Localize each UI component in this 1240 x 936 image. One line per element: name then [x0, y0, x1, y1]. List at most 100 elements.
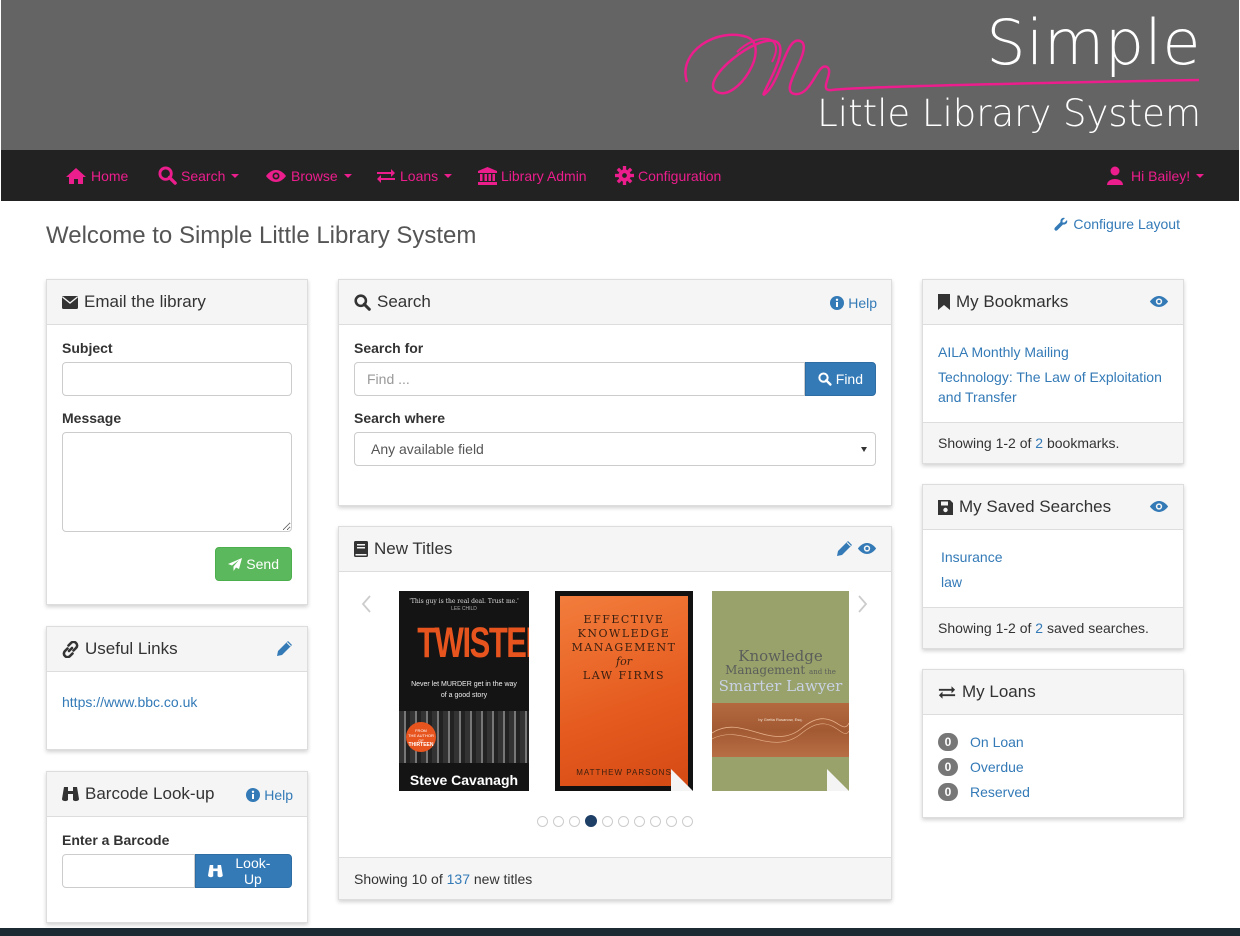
message-label: Message — [62, 410, 122, 426]
eye-icon — [266, 169, 286, 182]
carousel-dot[interactable] — [537, 816, 548, 827]
send-button[interactable]: Send — [215, 547, 292, 581]
search-panel-title: Search — [377, 292, 431, 311]
subject-input[interactable] — [62, 362, 292, 396]
view-new-titles-button[interactable] — [857, 542, 877, 558]
find-button[interactable]: Find — [805, 362, 876, 396]
saved-searches-footer-suffix: saved searches. — [1046, 620, 1149, 636]
nav-library-admin[interactable]: Library Admin — [478, 150, 587, 201]
carousel-dot[interactable] — [585, 815, 597, 827]
carousel-next-arrow[interactable] — [857, 594, 869, 617]
info-circle-icon — [830, 295, 845, 310]
barcode-help-link[interactable]: Help — [246, 787, 293, 803]
book-title: Effective Knowledge Management for Law F… — [560, 613, 688, 683]
on-loan-link[interactable]: On Loan — [970, 734, 1024, 750]
carousel-dot[interactable] — [602, 816, 613, 827]
saved-search-item[interactable]: law — [941, 572, 1165, 592]
search-icon — [818, 372, 832, 386]
carousel-dot[interactable] — [569, 816, 580, 827]
barcode-input-label: Enter a Barcode — [62, 832, 170, 848]
carousel-dot[interactable] — [666, 816, 677, 827]
bookmark-icon — [938, 294, 950, 310]
book-cover-twisted[interactable]: 'This guy is the real deal. Trust me.' L… — [399, 591, 529, 791]
nav-search[interactable]: Search — [158, 150, 240, 201]
edit-new-titles-button[interactable] — [836, 540, 853, 560]
carousel-dot[interactable] — [650, 816, 661, 827]
email-library-panel: Email the library Subject Message Send — [46, 279, 308, 605]
nav-configuration-label: Configuration — [638, 167, 722, 184]
bookmarks-count-link[interactable]: 2 — [1035, 435, 1043, 451]
saved-search-item[interactable]: Insurance — [941, 547, 1165, 567]
bookmark-item[interactable]: Technology: The Law of Exploitation and … — [938, 367, 1168, 407]
book-author: Steve Cavanagh — [409, 772, 519, 788]
exchange-icon — [938, 685, 956, 700]
carousel-prev-arrow[interactable] — [360, 594, 372, 617]
reserved-link[interactable]: Reserved — [970, 784, 1030, 800]
search-input[interactable] — [354, 362, 805, 396]
pencil-icon — [277, 640, 292, 656]
book-subtitle: Never let MURDER get in the way of a goo… — [411, 681, 517, 699]
book-cover-effective-km[interactable]: Effective Knowledge Management for Law F… — [555, 591, 693, 791]
nav-library-admin-label: Library Admin — [501, 167, 587, 184]
bookmarks-heading: My Bookmarks — [923, 280, 1183, 325]
nav-user-menu[interactable]: Hi Bailey! — [1107, 150, 1205, 201]
new-titles-footer-prefix: Showing 10 of — [354, 870, 443, 887]
brand-subtitle: Little Library System — [817, 92, 1201, 135]
search-where-label: Search where — [354, 410, 446, 426]
barcode-help-label: Help — [264, 786, 293, 803]
carousel-dot[interactable] — [634, 816, 645, 827]
barcode-input[interactable] — [62, 854, 195, 888]
configure-layout-link[interactable]: Configure Layout — [1054, 216, 1180, 232]
view-saved-searches-button[interactable] — [1149, 500, 1169, 516]
find-button-label: Find — [835, 371, 863, 387]
nav-configuration[interactable]: Configuration — [615, 150, 721, 201]
view-bookmarks-button[interactable] — [1149, 295, 1169, 311]
nav-browse[interactable]: Browse — [265, 150, 352, 201]
overdue-link[interactable]: Overdue — [970, 759, 1024, 775]
book-tagline: 'This guy is the real deal. Trust me.' — [409, 598, 519, 605]
bookmarks-panel: My Bookmarks AILA Monthly Mailing Techno… — [922, 279, 1184, 464]
info-circle-icon — [246, 787, 261, 802]
edit-links-button[interactable] — [276, 640, 293, 660]
window-bottom-edge — [0, 928, 1240, 936]
search-for-label: Search for — [354, 340, 424, 356]
reserved-count-badge: 0 — [938, 783, 958, 801]
book-icon — [354, 541, 368, 557]
eye-icon — [1149, 295, 1169, 307]
overdue-count-badge: 0 — [938, 758, 958, 776]
saved-searches-footer-prefix: Showing 1-2 of — [938, 620, 1032, 636]
book-title-line2: Knowledge — [577, 627, 671, 640]
link-icon — [62, 640, 79, 658]
search-help-label: Help — [848, 294, 877, 311]
carousel-dot[interactable] — [682, 816, 693, 827]
barcode-panel-title: Barcode Look-up — [85, 784, 215, 803]
pencil-icon — [837, 540, 852, 556]
search-where-select[interactable]: Any available field — [354, 432, 876, 466]
saved-searches-footer: Showing 1-2 of 2 saved searches. — [923, 607, 1183, 648]
useful-link-item[interactable]: https://www.bbc.co.uk — [62, 692, 292, 712]
main-navbar: Home Search Browse Loans Library Admin C… — [1, 150, 1239, 201]
book-title: Knowledge Management and the Smarter Law… — [712, 649, 849, 695]
lookup-button[interactable]: Look-Up — [195, 854, 292, 888]
book-tagline-author: LEE CHILD — [451, 606, 477, 612]
search-where-value: Any available field — [371, 441, 484, 457]
carousel-dot[interactable] — [553, 816, 564, 827]
wrench-icon — [1054, 217, 1068, 231]
search-help-link[interactable]: Help — [830, 295, 877, 311]
search-icon — [354, 293, 371, 311]
nav-home[interactable]: Home — [65, 150, 128, 201]
bookmark-item[interactable]: AILA Monthly Mailing — [938, 342, 1168, 362]
book-title-line3: Management — [571, 641, 677, 654]
book-title-line3: Smarter Lawyer — [718, 677, 843, 695]
carousel-dot[interactable] — [618, 816, 629, 827]
saved-searches-count-link[interactable]: 2 — [1035, 620, 1043, 636]
exchange-icon — [377, 168, 395, 183]
caret-down-icon — [1196, 173, 1205, 178]
nav-loans[interactable]: Loans — [376, 150, 453, 201]
institution-icon — [478, 166, 497, 185]
message-textarea[interactable] — [62, 432, 292, 532]
header-banner: Simple Little Library System — [1, 0, 1239, 150]
book-cover-smarter-lawyer[interactable]: Knowledge Management and the Smarter Law… — [712, 591, 849, 791]
new-titles-count-link[interactable]: 137 — [447, 871, 470, 887]
user-icon — [1107, 166, 1123, 185]
